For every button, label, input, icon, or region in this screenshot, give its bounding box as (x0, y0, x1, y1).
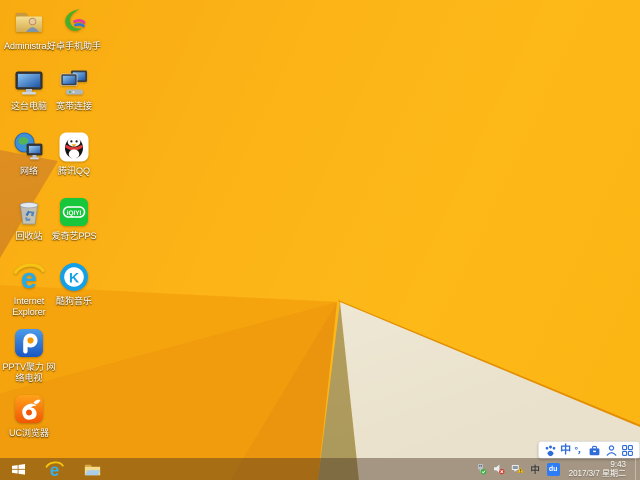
show-desktop-button[interactable] (635, 458, 639, 480)
icon-label: 酷狗音乐 (55, 296, 92, 306)
file-explorer-icon (84, 464, 101, 475)
svg-text:K: K (69, 269, 79, 285)
desktop-icon-haozhuo-assistant[interactable]: 好卓手机助手 (45, 6, 103, 52)
desktop-icon-uc-browser[interactable]: UC浏览器 (0, 393, 58, 439)
broadband-connection-icon (60, 70, 87, 95)
icon-label: 这台电脑 (10, 101, 47, 111)
ime-user-skin-icon[interactable] (605, 443, 618, 457)
this-pc-icon (15, 71, 43, 95)
taskbar-file-explorer-button[interactable] (80, 458, 105, 480)
clock-time: 9:43 (610, 459, 626, 469)
icon-label: 宽带连接 (55, 101, 92, 111)
ime-punctuation-toggle[interactable]: °， (574, 443, 586, 457)
ime-chinese-mode-toggle[interactable]: 中 (560, 443, 571, 457)
icon-label: PPTV聚力 网络电视 (2, 362, 56, 383)
internet-explorer-icon: e (45, 460, 64, 479)
input-language-indicator[interactable]: 中 (529, 458, 542, 480)
uc-browser-icon (15, 395, 43, 423)
kugou-music-icon: K (60, 263, 88, 291)
baidu-ime-tray-icon[interactable]: du (546, 458, 560, 480)
safely-remove-hardware-icon[interactable] (475, 458, 488, 480)
recycle-bin-icon (19, 202, 39, 225)
icon-label: 爱奇艺PPS (51, 231, 97, 241)
icon-label: UC浏览器 (9, 428, 49, 438)
pptv-icon (15, 329, 43, 357)
tencent-qq-icon (59, 132, 89, 162)
icon-label: 腾讯QQ (57, 166, 90, 176)
iqiyi-pps-icon: iQIYI (60, 198, 88, 226)
baidu-ime-toolbar[interactable]: 中 °， (538, 441, 640, 459)
administrator-folder-icon (16, 13, 42, 32)
desktop-icon-pptv[interactable]: PPTV聚力 网络电视 (0, 327, 58, 384)
taskbar-left: e (0, 458, 105, 480)
desktop-icon-tencent-qq[interactable]: 腾讯QQ (45, 131, 103, 177)
internet-explorer-icon: e (14, 263, 45, 293)
icon-label: 网络 (19, 166, 38, 176)
haozhuo-assistant-icon (65, 9, 86, 31)
svg-text:iQIYI: iQIYI (67, 210, 82, 217)
clock-date: 2017/3/7 星期二 (568, 469, 626, 478)
network-warning-icon[interactable] (511, 458, 524, 480)
desktop-icon-broadband[interactable]: 宽带连接 (45, 66, 103, 112)
desktop-screen: Administra... 这台电脑 网络 回收站 e Internet Exp… (0, 0, 640, 480)
icon-label: 好卓手机助手 (46, 41, 101, 51)
baidu-paw-icon[interactable] (544, 443, 557, 457)
desktop-icon-kugou-music[interactable]: K 酷狗音乐 (45, 261, 103, 307)
desktop-icon-iqiyi-pps[interactable]: iQIYI 爱奇艺PPS (45, 196, 103, 242)
taskbar: e 中 du 9:43 2017/3/7 星期二 (0, 458, 640, 480)
network-icon (14, 132, 43, 160)
volume-muted-icon[interactable] (493, 458, 506, 480)
start-button[interactable] (8, 458, 29, 480)
taskbar-internet-explorer-button[interactable]: e (42, 458, 67, 480)
taskbar-clock[interactable]: 9:43 2017/3/7 星期二 (565, 460, 630, 479)
ime-toolbox-icon[interactable] (588, 443, 601, 457)
icon-label: 回收站 (15, 231, 43, 241)
system-tray: 中 du 9:43 2017/3/7 星期二 (475, 458, 640, 480)
windows-logo-icon (12, 463, 25, 475)
ime-symbol-grid-icon[interactable] (621, 443, 634, 457)
